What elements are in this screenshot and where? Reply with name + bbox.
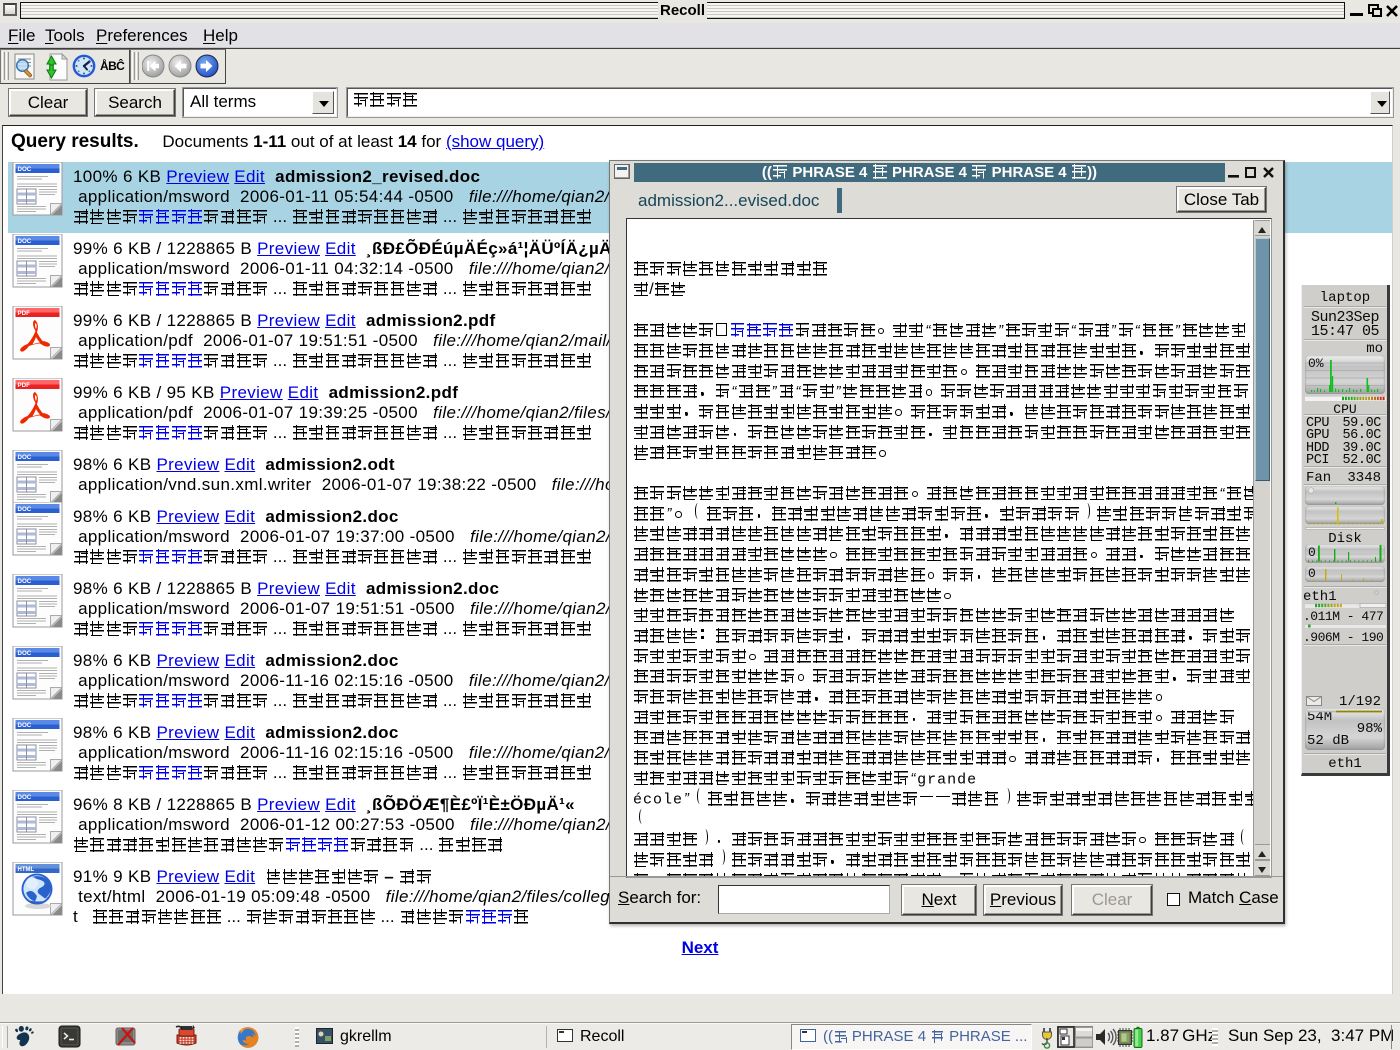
svg-text:DOC: DOC bbox=[18, 578, 32, 585]
svg-text:DOC: DOC bbox=[18, 650, 32, 657]
svg-text:DOC: DOC bbox=[18, 506, 32, 513]
svg-text:HTML: HTML bbox=[18, 867, 35, 873]
svg-text:PDF: PDF bbox=[18, 382, 31, 389]
svg-text:DOC: DOC bbox=[18, 722, 32, 729]
svg-text:DOC: DOC bbox=[18, 794, 32, 801]
svg-text:DOC: DOC bbox=[18, 454, 32, 461]
svg-text:PDF: PDF bbox=[18, 310, 31, 317]
svg-text:DOC: DOC bbox=[18, 166, 32, 173]
svg-text:DOC: DOC bbox=[18, 238, 32, 245]
